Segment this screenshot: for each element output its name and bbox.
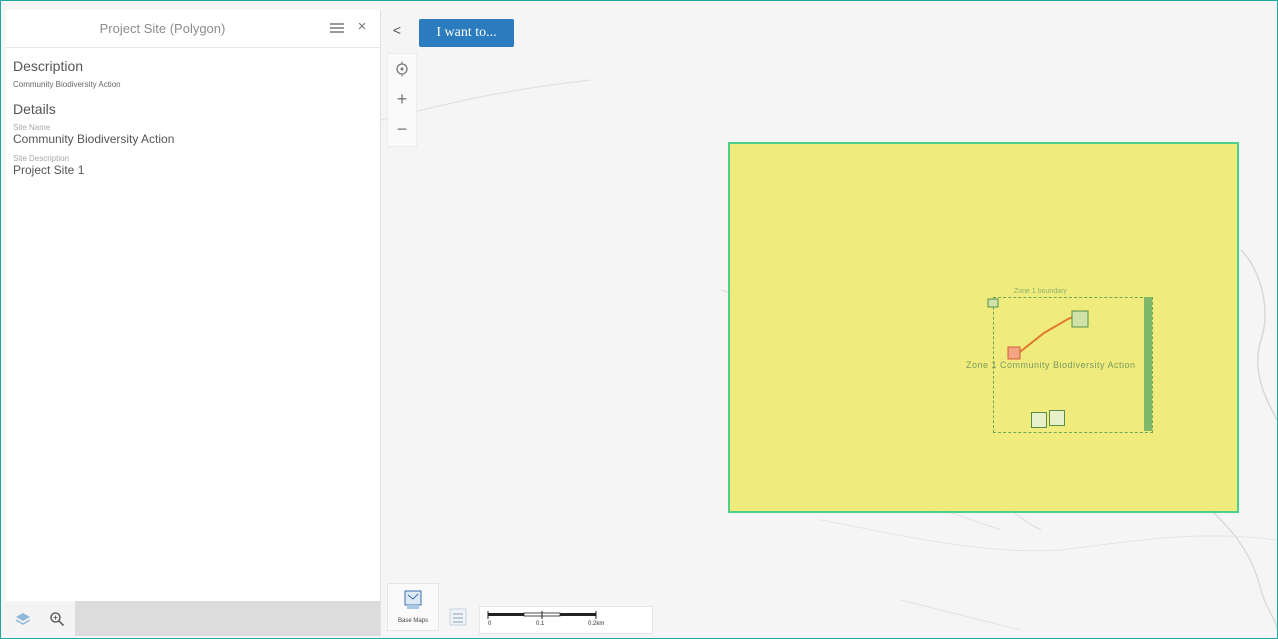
panel-footer xyxy=(5,601,380,636)
site-description-value: Project Site 1 xyxy=(13,163,85,177)
i-want-to-button[interactable]: I want to... xyxy=(419,19,514,47)
zoom-in-button[interactable]: + xyxy=(388,84,416,114)
details-heading: Details xyxy=(13,101,56,117)
panel-header: Project Site (Polygon) × xyxy=(5,10,380,48)
basemaps-button[interactable]: Base Maps xyxy=(387,583,439,631)
close-icon[interactable]: × xyxy=(354,18,370,36)
search-icon[interactable] xyxy=(45,607,69,631)
app-window: Project Site (Polygon) × Description Com… xyxy=(0,0,1278,639)
project-site-polygon[interactable] xyxy=(728,142,1239,513)
zoom-controls: + − xyxy=(387,53,417,147)
description-text: Community Biodiversity Action xyxy=(13,80,121,89)
panel-title: Project Site (Polygon) xyxy=(99,21,226,36)
map-marker[interactable] xyxy=(1031,412,1047,428)
basemaps-label: Base Maps xyxy=(397,618,428,624)
map-marker[interactable] xyxy=(1049,410,1065,426)
basemaps-icon xyxy=(404,590,422,609)
legend-icon[interactable] xyxy=(447,605,469,629)
details-panel: Project Site (Polygon) × Description Com… xyxy=(5,10,381,636)
footer-tabs xyxy=(5,601,75,636)
zoom-out-button[interactable]: − xyxy=(388,114,416,144)
site-name-value: Community Biodiversity Action xyxy=(13,132,175,146)
site-description-label: Site Description xyxy=(13,154,70,163)
locate-icon[interactable] xyxy=(388,54,416,84)
scale-label: 0.2km xyxy=(588,621,605,627)
layers-icon[interactable] xyxy=(11,607,35,631)
zone-label: Zone 1 Community Biodiversity Action xyxy=(966,360,1136,370)
scale-label: 0.1 xyxy=(536,621,545,627)
scale-bar: 0 0.1 0.2km xyxy=(479,606,653,634)
panel-body: Description Community Biodiversity Actio… xyxy=(5,48,380,193)
menu-icon[interactable] xyxy=(330,21,344,35)
site-name-label: Site Name xyxy=(13,123,51,132)
description-heading: Description xyxy=(13,58,84,74)
zone-top-label: Zone 1 boundary xyxy=(1014,288,1067,295)
collapse-panel-button[interactable]: < xyxy=(387,19,407,41)
scale-label: 0 xyxy=(488,621,492,627)
